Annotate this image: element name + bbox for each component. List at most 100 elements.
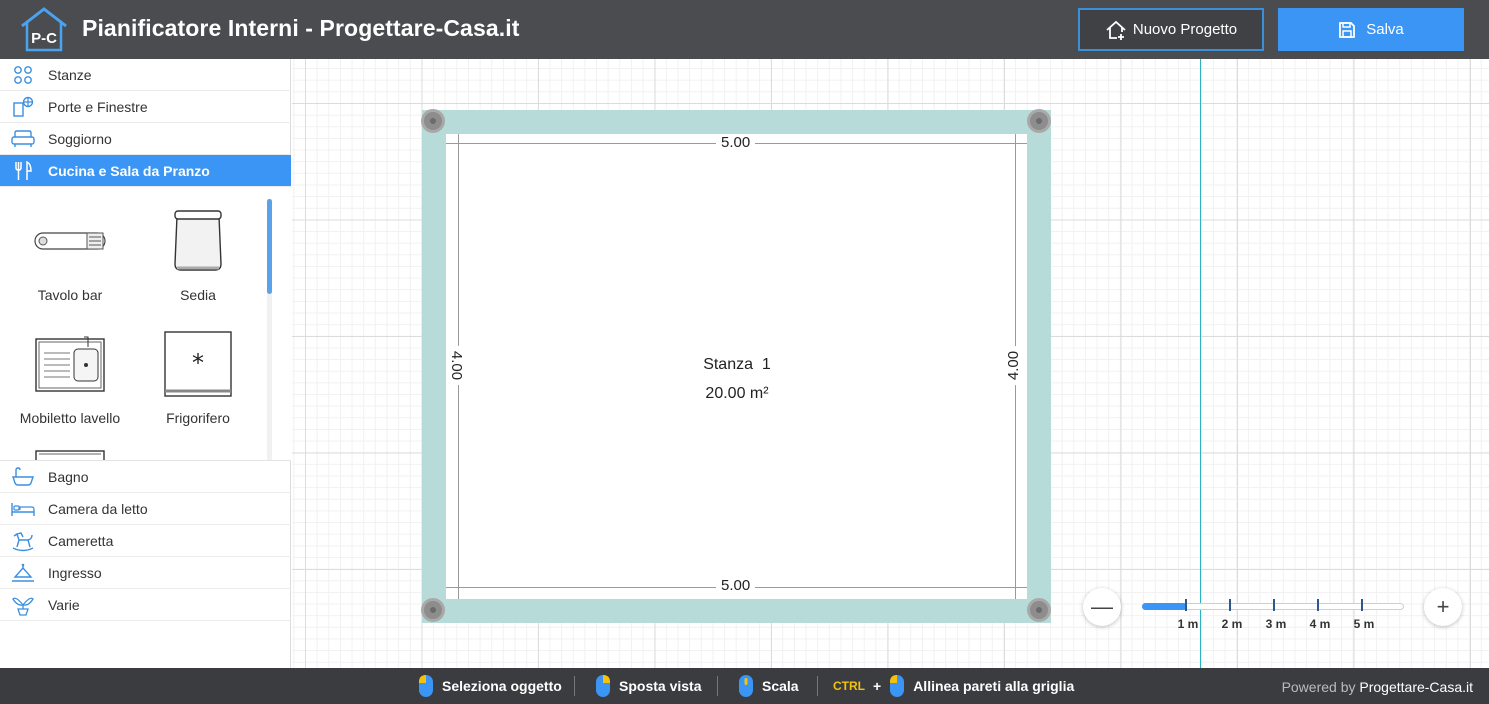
sidebar-item-porte-finestre[interactable]: Porte e Finestre (0, 91, 291, 123)
powered-brand-link[interactable]: Progettare-Casa.it (1359, 679, 1473, 695)
mouse-wheel-icon (739, 675, 753, 697)
footer-divider (817, 676, 818, 696)
rocking-horse-icon (0, 530, 48, 552)
mouse-right-click-icon (596, 675, 610, 697)
floppy-icon (1339, 21, 1356, 38)
rooms-icon (0, 65, 48, 85)
sidebar-item-ingresso[interactable]: Ingresso (0, 557, 291, 589)
app-title: Pianificatore Interni - Progettare-Casa.… (82, 15, 520, 41)
wall-corner-handle[interactable] (1027, 109, 1051, 133)
dimension-label-bottom: 5.00 (716, 577, 756, 594)
catalog-item-sedia[interactable]: Sedia (133, 201, 263, 303)
catalog-thumb-icon (5, 447, 135, 460)
fork-knife-icon (0, 160, 48, 181)
zoom-out-button[interactable]: — (1083, 588, 1121, 626)
scale-tick (1361, 599, 1363, 611)
floorplan-canvas[interactable]: 5.00 5.00 4.00 4.00 Stanza 1 20.00 m² — … (292, 59, 1489, 668)
plant-icon (0, 594, 48, 616)
catalog-item-label: Sedia (180, 287, 216, 303)
items-scrollbar-thumb[interactable] (267, 199, 272, 294)
sidebar-item-varie[interactable]: Varie (0, 589, 291, 621)
hint-align-walls: CTRL + Allinea pareti alla griglia (833, 668, 1074, 704)
zoom-scale-fill (1142, 603, 1187, 610)
door-window-icon (0, 96, 48, 118)
scale-label: 5 m (1353, 617, 1375, 631)
room-name: Stanza 1 (703, 356, 771, 373)
bar-table-icon (5, 201, 135, 281)
sidebar-item-label: Varie (48, 596, 80, 613)
sidebar-item-cameretta[interactable]: Cameretta (0, 525, 291, 557)
plus-icon: + (1436, 594, 1450, 619)
mouse-left-click-icon (419, 675, 433, 697)
scale-label: 4 m (1309, 617, 1331, 631)
scale-tick (1273, 599, 1275, 611)
hint-scale: Scala (738, 668, 799, 704)
sidebar-item-label: Ingresso (48, 564, 102, 581)
sidebar-item-label: Stanze (48, 66, 92, 83)
sidebar-item-label: Porte e Finestre (48, 98, 148, 115)
powered-by: Powered by Progettare-Casa.it (1282, 679, 1473, 695)
catalog-item-frigorifero[interactable]: * Frigorifero (133, 324, 263, 426)
sidebar-item-label: Camera da letto (48, 500, 148, 517)
hint-label: Sposta vista (619, 678, 702, 694)
minus-icon: — (1091, 594, 1113, 619)
new-project-button[interactable]: Nuovo Progetto (1078, 8, 1264, 51)
sink-cabinet-icon (5, 324, 135, 404)
scale-tick (1229, 599, 1231, 611)
wall-corner-handle[interactable] (421, 598, 445, 622)
logo-text: P-C (31, 30, 57, 47)
home-plus-icon (1106, 20, 1126, 40)
wall-corner-handle[interactable] (1027, 598, 1051, 622)
hint-label: Scala (762, 678, 799, 694)
dimension-label-left: 4.00 (448, 345, 466, 386)
footer-divider (574, 676, 575, 696)
sidebar-item-label: Cameretta (48, 532, 114, 549)
footer-bar: Seleziona oggetto Sposta vista Scala CTR… (0, 668, 1489, 704)
dimension-label-top: 5.00 (716, 134, 756, 151)
scale-label: 1 m (1177, 617, 1199, 631)
sidebar-item-label: Cucina e Sala da Pranzo (48, 162, 210, 179)
entrance-icon (0, 563, 48, 583)
mouse-left-click-icon (890, 675, 905, 697)
room-area: 20.00 m² (705, 385, 769, 402)
hint-label: Allinea pareti alla griglia (913, 678, 1075, 694)
ctrl-key-label: CTRL (833, 679, 865, 693)
sidebar-item-bagno[interactable]: Bagno (0, 461, 291, 493)
hint-label: Seleziona oggetto (442, 678, 562, 694)
catalog-item-partial[interactable] (5, 447, 135, 460)
bathtub-icon (0, 466, 48, 487)
catalog-item-tavolo-bar[interactable]: Tavolo bar (5, 201, 135, 303)
wall-corner-handle[interactable] (421, 109, 445, 133)
app-header: P-C Pianificatore Interni - Progettare-C… (0, 0, 1489, 59)
sofa-icon (0, 129, 48, 149)
sidebar: Stanze Porte e Finestre Soggiorno Cucina… (0, 59, 291, 668)
powered-prefix: Powered by (1281, 679, 1356, 695)
zoom-in-button[interactable]: + (1424, 588, 1462, 626)
fridge-icon: * (133, 324, 263, 404)
scale-tick (1317, 599, 1319, 611)
alignment-guide-line (1200, 59, 1201, 668)
footer-divider (717, 676, 718, 696)
scale-label: 2 m (1221, 617, 1243, 631)
sidebar-item-cucina-sala-pranzo[interactable]: Cucina e Sala da Pranzo (0, 155, 291, 187)
items-panel: Tavolo bar Sedia Mobiletto lavello * Fri… (0, 187, 291, 461)
save-label: Salva (1366, 21, 1404, 38)
sidebar-item-stanze[interactable]: Stanze (0, 59, 291, 91)
catalog-item-label: Mobiletto lavello (19, 410, 121, 426)
chair-icon (133, 201, 263, 281)
bed-icon (0, 500, 48, 518)
logo: P-C (18, 6, 70, 54)
catalog-item-label: Frigorifero (166, 410, 230, 426)
hint-select: Seleziona oggetto (418, 668, 562, 704)
scale-label: 3 m (1265, 617, 1287, 631)
new-project-label: Nuovo Progetto (1132, 21, 1238, 38)
sidebar-item-soggiorno[interactable]: Soggiorno (0, 123, 291, 155)
save-button[interactable]: Salva (1278, 8, 1464, 51)
sidebar-item-label: Soggiorno (48, 130, 112, 147)
svg-text:*: * (192, 349, 204, 377)
catalog-item-label: Tavolo bar (37, 287, 103, 303)
catalog-item-mobiletto-lavello[interactable]: Mobiletto lavello (5, 324, 135, 426)
scale-tick (1185, 599, 1187, 611)
sidebar-item-camera-letto[interactable]: Camera da letto (0, 493, 291, 525)
sidebar-item-label: Bagno (48, 468, 89, 485)
